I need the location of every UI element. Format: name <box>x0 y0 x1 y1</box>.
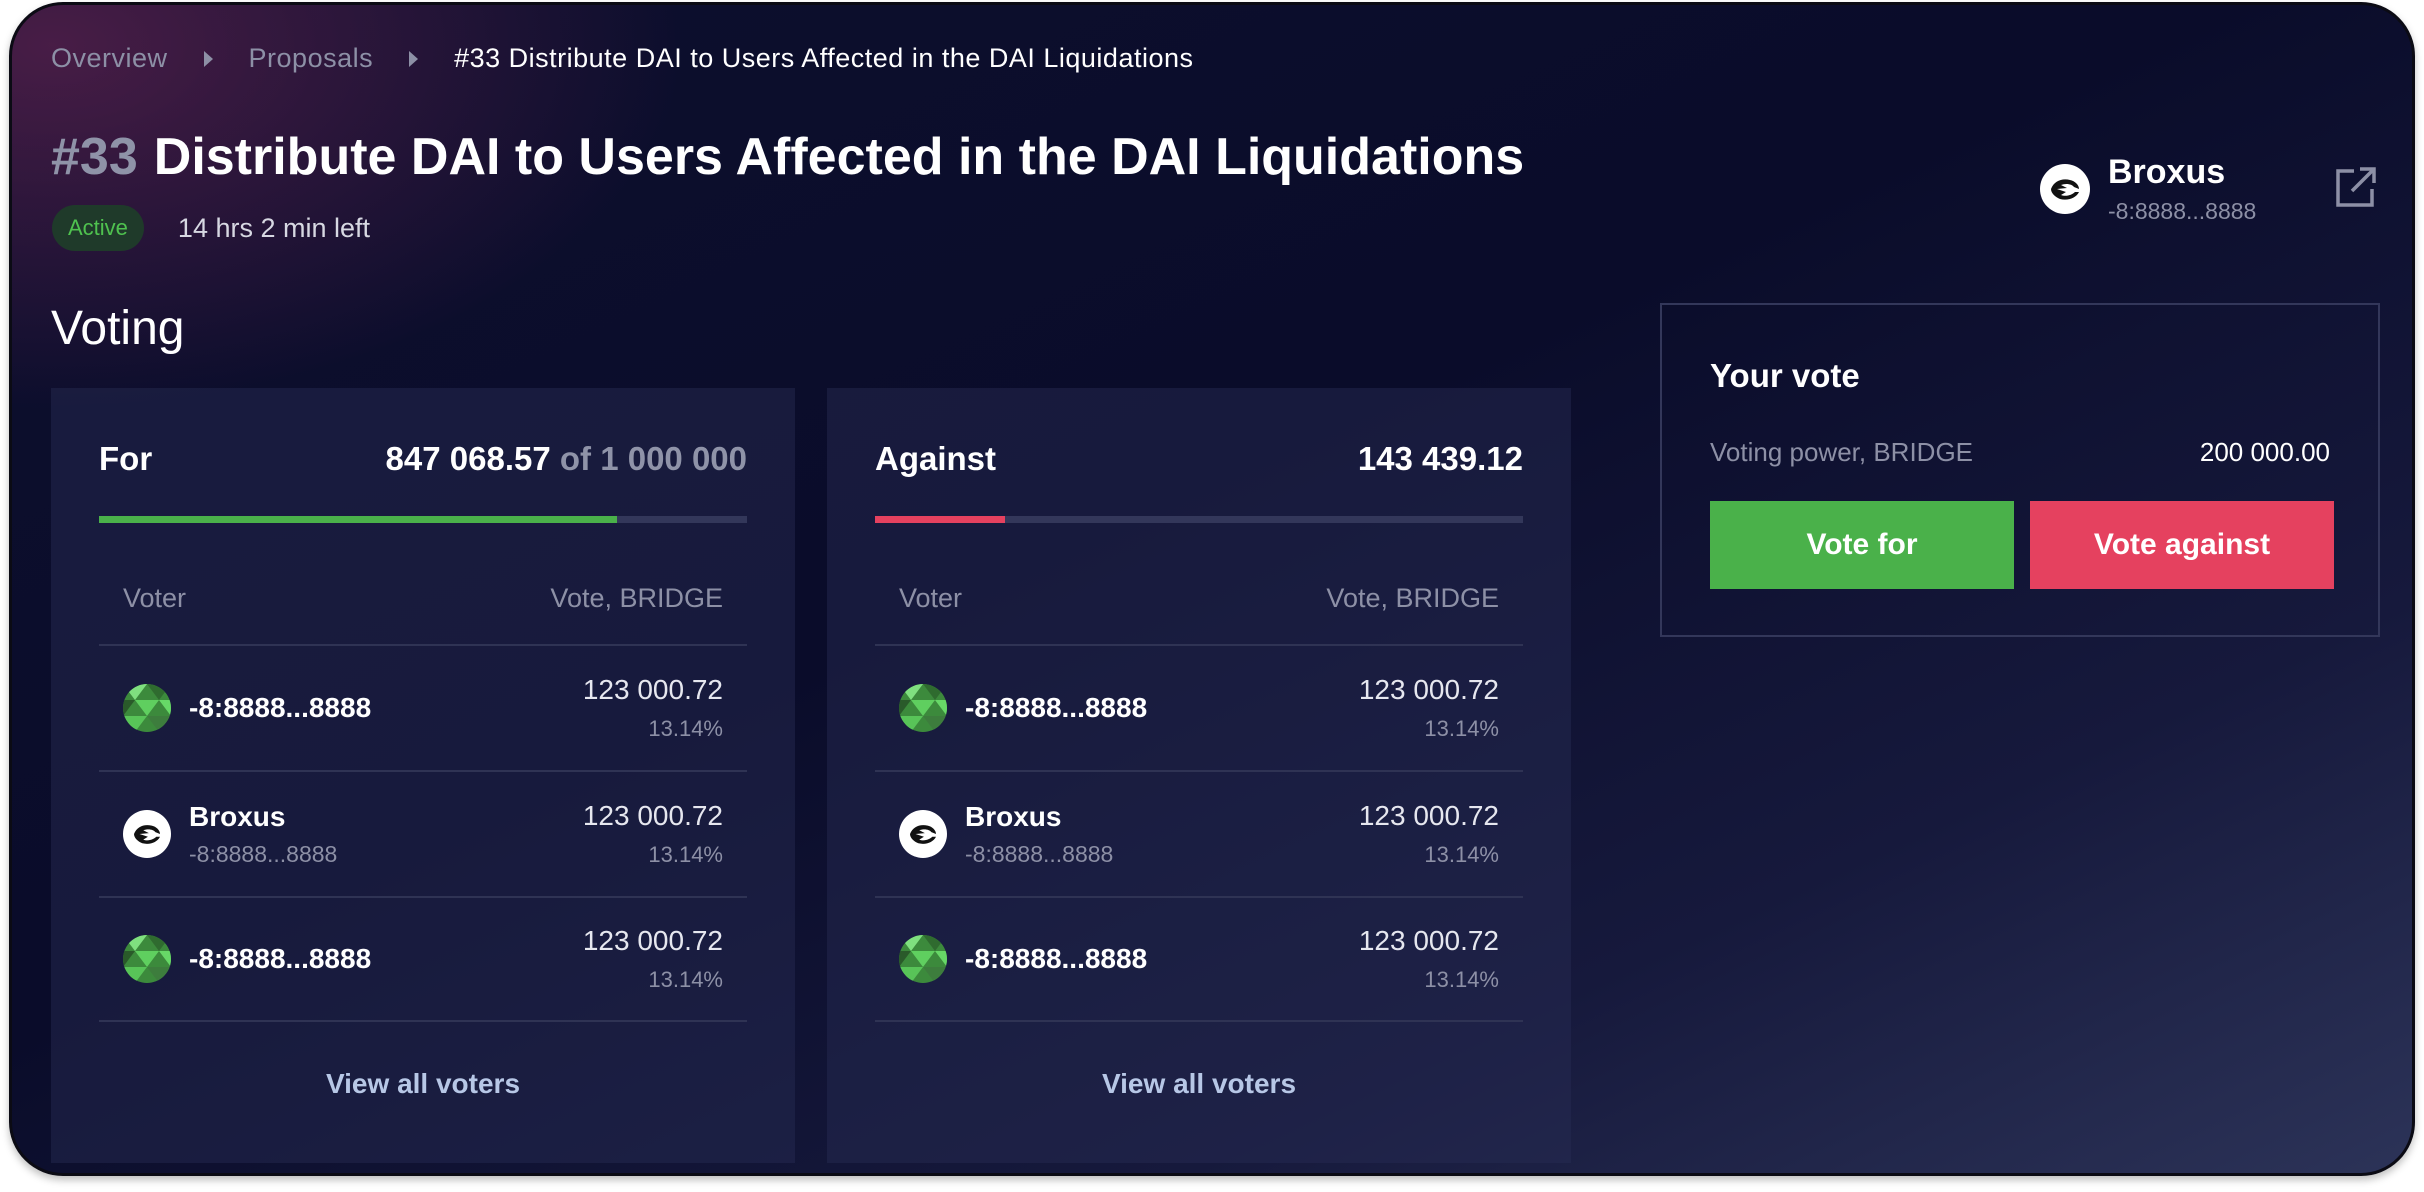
voter-row[interactable]: -8:8888...8888 123 000.72 13.14% <box>875 896 1523 1022</box>
identicon-avatar <box>899 935 947 983</box>
voter: -8:8888...8888 <box>123 684 371 732</box>
voter-row[interactable]: -8:8888...8888 123 000.72 13.14% <box>875 644 1523 770</box>
broxus-logo-icon <box>2040 164 2090 214</box>
for-total-of: of 1 000 000 <box>559 440 747 477</box>
identicon-avatar <box>899 684 947 732</box>
vote-amount: 123 000.72 <box>1358 674 1499 705</box>
vote-percent: 13.14% <box>1424 967 1499 992</box>
column-voter: Voter <box>123 583 187 613</box>
breadcrumb-overview[interactable]: Overview <box>51 43 168 74</box>
voter: Broxus -8:8888...8888 <box>123 801 337 868</box>
voter-name: Broxus <box>965 800 1062 832</box>
voter-name: -8:8888...8888 <box>189 943 372 974</box>
status-row: Active 14 hrs 2 min left <box>52 205 370 251</box>
voter-name: -8:8888...8888 <box>189 692 372 723</box>
against-view-all-voters[interactable]: View all voters <box>827 1068 1571 1100</box>
proposal-number: #33 <box>51 128 138 186</box>
author-name: Broxus <box>2108 153 2226 191</box>
breadcrumb-current: #33 Distribute DAI to Users Affected in … <box>454 43 1194 73</box>
for-voter-list: -8:8888...8888 123 000.72 13.14% Broxus -8:8… <box>99 644 747 1022</box>
voter: -8:8888...8888 <box>123 935 371 983</box>
page-title: #33 Distribute DAI to Users Affected in t… <box>51 127 1524 187</box>
vote-amount: 123 000.72 <box>582 925 723 956</box>
identicon-avatar <box>123 935 171 983</box>
voter: -8:8888...8888 <box>899 935 1147 983</box>
vote-percent: 13.14% <box>1424 842 1499 867</box>
column-vote: Vote, BRIDGE <box>1326 583 1499 613</box>
against-progress-bar <box>875 516 1523 523</box>
your-vote-panel: Your vote Voting power, BRIDGE 200 000.0… <box>1660 303 2380 637</box>
vote-amount: 123 000.72 <box>1358 925 1499 956</box>
vote-against-button[interactable]: Vote against <box>2030 501 2334 589</box>
vote-percent: 13.14% <box>648 842 723 867</box>
against-total: 143 439.12 <box>1357 440 1523 477</box>
identicon-avatar <box>123 684 171 732</box>
your-vote-title: Your vote <box>1710 357 1860 394</box>
for-total-value: 847 068.57 <box>385 440 551 477</box>
proposal-title: Distribute DAI to Users Affected in the … <box>153 128 1525 186</box>
voter-row[interactable]: -8:8888...8888 123 000.72 13.14% <box>99 896 747 1022</box>
author[interactable]: Broxus -8:8888...8888 <box>2040 153 2256 225</box>
voter-row[interactable]: -8:8888...8888 123 000.72 13.14% <box>99 644 747 770</box>
app-window: Overview Proposals #33 Distribute DAI to… <box>9 2 2415 1176</box>
breadcrumb-proposals[interactable]: Proposals <box>249 43 374 74</box>
for-progress-fill <box>99 516 618 523</box>
vote-amount: 123 000.72 <box>1358 800 1499 831</box>
section-title-voting: Voting <box>51 302 185 355</box>
external-link-icon[interactable] <box>2334 165 2378 209</box>
time-left: 14 hrs 2 min left <box>177 212 371 243</box>
column-vote: Vote, BRIDGE <box>550 583 723 613</box>
voter-name: -8:8888...8888 <box>965 692 1148 723</box>
voter-name: -8:8888...8888 <box>965 943 1148 974</box>
against-table-header: Voter Vote, BRIDGE <box>899 583 1499 614</box>
voting-power-value: 200 000.00 <box>2199 437 2330 467</box>
for-table-header: Voter Vote, BRIDGE <box>123 583 723 614</box>
vote-percent: 13.14% <box>1424 716 1499 741</box>
chevron-right-icon <box>409 50 419 67</box>
voter-address: -8:8888...8888 <box>189 840 338 867</box>
vote-percent: 13.14% <box>648 716 723 741</box>
voting-power: Voting power, BRIDGE 200 000.00 <box>1710 437 2330 468</box>
column-voter: Voter <box>899 583 963 613</box>
for-card: For 847 068.57 of 1 000 000 Voter Vote, … <box>51 388 795 1163</box>
broxus-logo-icon <box>899 810 947 858</box>
breadcrumb: Overview Proposals #33 Distribute DAI to… <box>51 43 1194 74</box>
vote-for-button[interactable]: Vote for <box>1710 501 2014 589</box>
voter-address: -8:8888...8888 <box>965 840 1114 867</box>
voting-power-label: Voting power, BRIDGE <box>1710 437 1974 467</box>
vote-percent: 13.14% <box>648 967 723 992</box>
chevron-right-icon <box>203 50 213 67</box>
voter: Broxus -8:8888...8888 <box>899 801 1113 868</box>
voter: -8:8888...8888 <box>899 684 1147 732</box>
against-progress-fill <box>875 516 1005 523</box>
for-label: For <box>99 440 153 477</box>
vote-amount: 123 000.72 <box>582 674 723 705</box>
for-view-all-voters[interactable]: View all voters <box>51 1068 795 1100</box>
status-badge: Active <box>52 205 144 251</box>
against-voter-list: -8:8888...8888 123 000.72 13.14% Broxus -8:8… <box>875 644 1523 1022</box>
voter-row[interactable]: Broxus -8:8888...8888 123 000.72 13.14% <box>875 770 1523 896</box>
author-address: -8:8888...8888 <box>2108 198 2257 224</box>
vote-amount: 123 000.72 <box>582 800 723 831</box>
against-card: Against 143 439.12 Voter Vote, BRIDGE -8… <box>827 388 1571 1163</box>
for-progress-bar <box>99 516 747 523</box>
against-label: Against <box>875 440 997 477</box>
for-total: 847 068.57 of 1 000 000 <box>386 440 747 478</box>
broxus-logo-icon <box>123 810 171 858</box>
voter-row[interactable]: Broxus -8:8888...8888 123 000.72 13.14% <box>99 770 747 896</box>
voter-name: Broxus <box>189 800 286 832</box>
